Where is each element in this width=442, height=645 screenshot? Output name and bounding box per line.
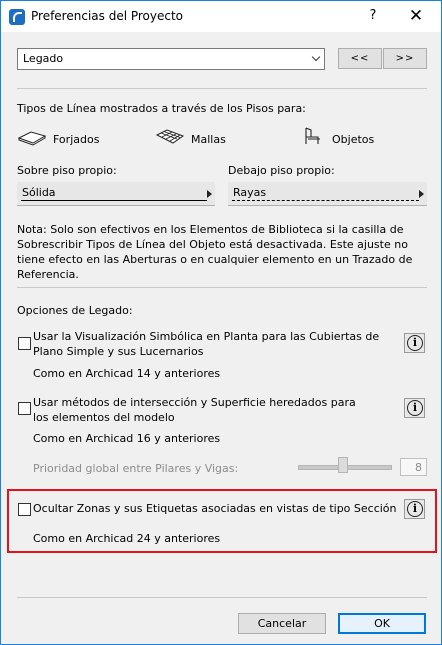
- divider: [17, 597, 427, 598]
- close-button[interactable]: ✕: [401, 4, 431, 28]
- line-types-heading: Tipos de Línea mostrados a través de los…: [17, 102, 306, 115]
- own-story-line-type-picker[interactable]: Sólida: [17, 182, 215, 206]
- own-story-label: Sobre piso propio:: [17, 164, 117, 177]
- slabs-label: Forjados: [53, 133, 100, 146]
- symbolic-roof-display-label: Usar la Visualización Simbólica en Plant…: [33, 330, 380, 358]
- slab-icon: [17, 131, 47, 146]
- chevron-down-icon: [311, 52, 321, 62]
- help-button[interactable]: ?: [361, 4, 385, 28]
- triangle-right-icon: [207, 190, 212, 198]
- legacy-intersection-label: Usar métodos de intersección y Superfici…: [33, 396, 356, 424]
- below-story-label: Debajo piso propio:: [228, 164, 335, 177]
- triangle-right-icon: [419, 190, 424, 198]
- priority-label: Prioridad global entre Pilares y Vigas:: [33, 462, 239, 475]
- previous-preset-button[interactable]: <<: [338, 48, 382, 69]
- below-story-line-type-picker[interactable]: Rayas: [228, 182, 427, 206]
- preset-dropdown[interactable]: Legado: [17, 48, 325, 70]
- info-icon[interactable]: [404, 398, 425, 418]
- priority-value-field[interactable]: 8: [400, 458, 427, 476]
- preset-value: Legado: [23, 52, 64, 65]
- symbolic-roof-display-description: Como en Archicad 14 y anteriores: [33, 367, 221, 380]
- hide-zones-in-sections-description: Como en Archicad 24 y anteriores: [33, 532, 221, 545]
- next-preset-button[interactable]: >>: [383, 48, 427, 69]
- symbolic-roof-display-checkbox[interactable]: [18, 337, 31, 350]
- priority-slider-thumb[interactable]: [338, 457, 348, 473]
- divider: [17, 287, 427, 288]
- hide-zones-in-sections-checkbox[interactable]: [18, 503, 31, 516]
- below-story-value: Rayas: [233, 186, 267, 199]
- priority-value: 8: [415, 461, 422, 474]
- meshes-label: Mallas: [191, 133, 226, 146]
- title-bar: Preferencias del Proyecto ? ✕: [1, 1, 441, 32]
- mesh-icon: [155, 129, 185, 144]
- solid-line-preview: [21, 200, 207, 201]
- legacy-intersection-description: Como en Archicad 16 y anteriores: [33, 432, 221, 445]
- window-title: Preferencias del Proyecto: [31, 9, 184, 23]
- legacy-intersection-checkbox[interactable]: [18, 402, 31, 415]
- preferences-dialog: Preferencias del Proyecto ? ✕ Legado << …: [0, 0, 442, 645]
- dashed-line-preview: [232, 200, 419, 201]
- divider: [17, 88, 427, 89]
- ok-button[interactable]: OK: [338, 613, 426, 634]
- archicad-app-icon: [9, 9, 25, 25]
- cancel-button[interactable]: Cancelar: [238, 613, 326, 634]
- own-story-value: Sólida: [22, 186, 56, 199]
- hide-zones-in-sections-label: Ocultar Zonas y sus Etiquetas asociadas …: [33, 502, 397, 515]
- line-types-note: Nota: Solo son efectivos en los Elemento…: [17, 223, 413, 281]
- info-icon[interactable]: [404, 499, 425, 519]
- info-icon[interactable]: [404, 333, 425, 353]
- chair-icon: [305, 127, 320, 144]
- legacy-options-heading: Opciones de Legado:: [17, 304, 133, 317]
- objects-label: Objetos: [332, 133, 375, 146]
